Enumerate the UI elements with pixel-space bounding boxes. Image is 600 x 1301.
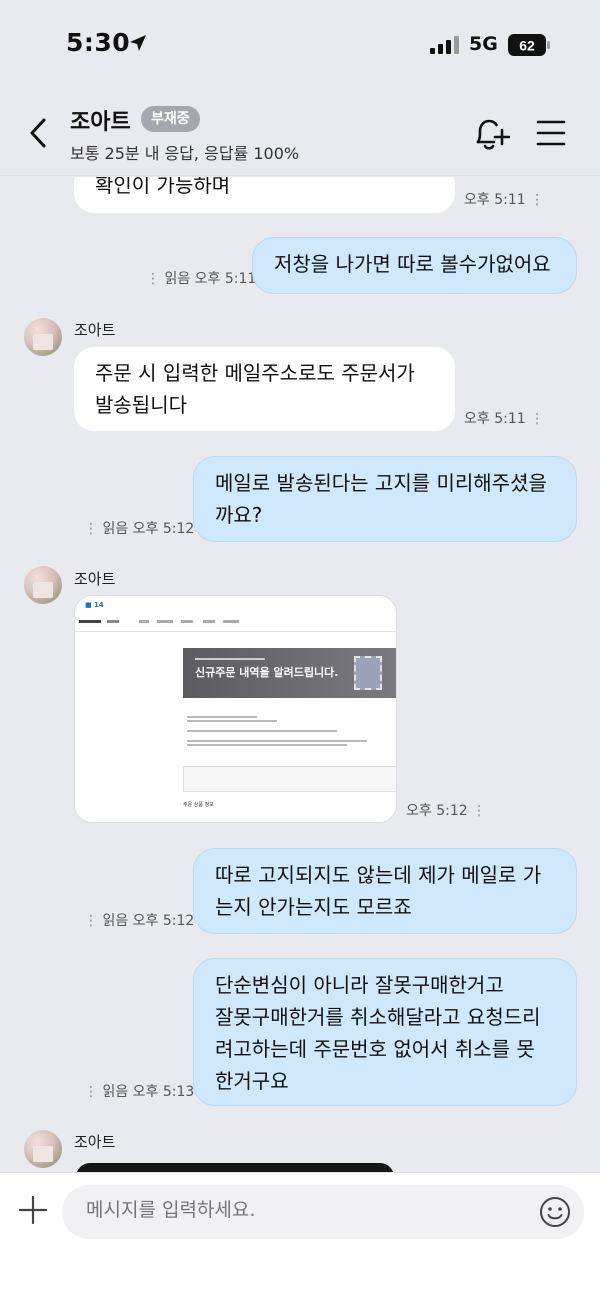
read-status: 읽음 [102,521,129,537]
message-time: 오후 5:11 [194,271,257,287]
read-status: 읽음 [102,1084,129,1100]
message-line: 따로 고지되지도 않는데 제가 메일로 가 [215,863,542,887]
message-line: 까요? [215,503,263,527]
more-options-icon[interactable]: ⋮ [84,521,102,537]
message-input-container[interactable] [62,1185,584,1239]
sender-name: 조아트 [74,570,116,588]
order-email-screenshot-image[interactable]: ■ 14 신규주문 내역을 알려드립니다. 주문 상품 정보 [74,595,397,823]
chat-header: 조아트 부재중 보통 25분 내 응답, 응답률 100% [0,90,600,176]
message-time: 오후 5:12 [406,803,468,819]
sender-avatar[interactable] [24,1130,62,1168]
message-input[interactable] [86,1199,516,1221]
more-options-icon[interactable]: ⋮ [530,411,544,427]
message-time: 오후 5:13 [132,1084,195,1100]
sender-avatar[interactable] [24,318,62,356]
sent-message-bubble[interactable]: 단순변심이 아니라 잘못구매한거고 잘못구매한거를 취소해달라고 요청드리 려고… [193,958,577,1106]
sent-message-bubble[interactable]: 저창을 나가면 따로 볼수가없어요 [252,237,577,294]
image-top-bar: ■ 14 [85,601,104,609]
cellular-signal-icon [430,36,460,58]
message-line: 주문 시 입력한 메일주소로도 주문서가 [95,361,415,385]
message-time: 오후 5:12 [132,913,195,929]
sender-name: 조아트 [74,321,116,339]
back-chevron-icon[interactable] [26,116,50,154]
more-options-icon[interactable]: ⋮ [530,192,544,208]
message-line: 잘못구매한거를 취소해달라고 요청드리 [215,1005,541,1029]
message-time: 오후 5:11 [464,192,526,208]
message-line: 는지 안가는지도 모르죠 [215,895,412,919]
received-message-bubble[interactable]: 확인이 가능하며 [74,177,455,213]
message-meta: 오후 5:11 ⋮ [464,189,544,209]
menu-hamburger-icon[interactable] [536,120,566,150]
message-time: 오후 5:12 [132,521,195,537]
message-line: 발송됩니다 [95,393,187,417]
message-meta: ⋮ 읽음 오후 5:13 [84,1081,194,1101]
chat-message-list[interactable]: 확인이 가능하며 오후 5:11 ⋮ ⋮ 읽음 오후 5:11 저창을 나가면 … [0,177,600,1172]
more-options-icon[interactable]: ⋮ [84,913,102,929]
shop-name[interactable]: 조아트 [70,104,131,136]
more-options-icon[interactable]: ⋮ [472,803,486,819]
message-time: 오후 5:11 [464,411,526,427]
message-meta: ⋮ 읽음 오후 5:12 [84,910,194,930]
sender-name: 조아트 [74,1133,116,1151]
response-info: 보통 25분 내 응답, 응답률 100% [70,144,300,163]
received-message-bubble[interactable]: 주문 시 입력한 메일주소로도 주문서가 발송됩니다 [74,347,455,431]
image-nav [75,614,396,632]
notification-bell-plus-icon[interactable] [470,114,511,158]
message-line: 메일로 발송된다는 고지를 미리해주셨을 [215,471,547,495]
message-meta: 오후 5:11 ⋮ [464,408,544,428]
status-bar: 5:30 5G 62 [0,0,600,90]
read-status: 읽음 [164,271,191,287]
received-image-partial[interactable] [76,1163,394,1172]
message-line: 한거구요 [215,1069,289,1093]
stamp-icon [354,656,382,690]
battery-level: 62 [519,38,535,54]
network-type: 5G [469,33,498,55]
battery-icon: 62 [508,34,552,60]
message-text: 저창을 나가면 따로 볼수가없어요 [274,252,551,276]
message-line: 단순변심이 아니라 잘못구매한거고 [215,973,504,997]
read-status: 읽음 [102,913,129,929]
more-options-icon[interactable]: ⋮ [84,1084,102,1100]
location-arrow-icon [128,33,148,57]
message-meta: ⋮ 읽음 오후 5:11 [146,268,256,288]
more-options-icon[interactable]: ⋮ [146,271,164,287]
sent-message-bubble[interactable]: 메일로 발송된다는 고지를 미리해주셨을 까요? [193,456,577,542]
message-meta: ⋮ 읽음 오후 5:12 [84,518,194,538]
message-input-bar [0,1172,600,1301]
image-table [183,766,396,792]
message-line: 려고하는데 주문번호 없어서 취소를 못 [215,1037,535,1061]
emoji-icon[interactable] [538,1195,572,1233]
image-text-lines [187,714,387,748]
status-time: 5:30 [66,28,131,57]
message-meta: 오후 5:12 ⋮ [406,800,486,820]
image-section-title: 주문 상품 정보 [183,802,214,808]
sent-message-bubble[interactable]: 따로 고지되지도 않는데 제가 메일로 가 는지 안가는지도 모르죠 [193,848,577,934]
plus-icon[interactable] [18,1195,48,1229]
sender-avatar[interactable] [24,566,62,604]
away-status-badge: 부재중 [141,106,200,132]
message-text: 확인이 가능하며 [95,177,231,197]
image-banner: 신규주문 내역을 알려드립니다. [183,648,396,698]
